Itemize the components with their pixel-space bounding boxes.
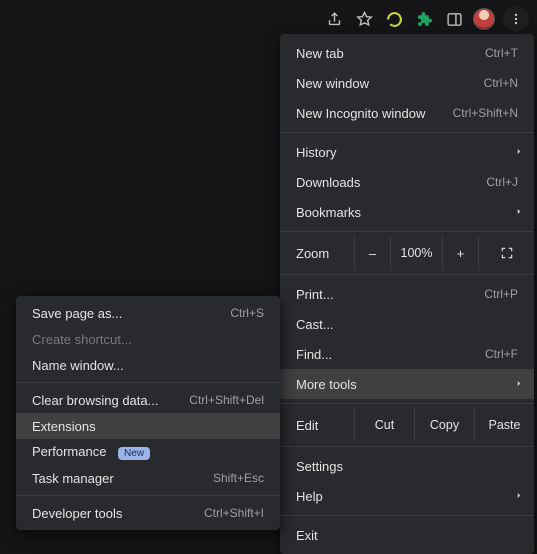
main-menu: New tab Ctrl+T New window Ctrl+N New Inc… (280, 34, 534, 554)
menu-shortcut: Ctrl+Shift+N (453, 106, 518, 120)
copy-button[interactable]: Copy (414, 408, 474, 442)
menu-label: New tab (296, 46, 477, 61)
menu-label: Task manager (32, 471, 205, 486)
more-tools-submenu: Save page as... Ctrl+S Create shortcut..… (16, 296, 280, 530)
menu-item-bookmarks[interactable]: Bookmarks (280, 197, 534, 227)
menu-label: Settings (296, 459, 518, 474)
menu-item-new-window[interactable]: New window Ctrl+N (280, 68, 534, 98)
menu-label: Clear browsing data... (32, 393, 181, 408)
submenu-item-clear-browsing[interactable]: Clear browsing data... Ctrl+Shift+Del (16, 387, 280, 413)
menu-item-find[interactable]: Find... Ctrl+F (280, 339, 534, 369)
submenu-item-developer-tools[interactable]: Developer tools Ctrl+Shift+I (16, 500, 280, 526)
submenu-item-performance[interactable]: Performance New (16, 439, 280, 465)
bookmark-star-icon[interactable] (353, 8, 375, 30)
menu-item-new-tab[interactable]: New tab Ctrl+T (280, 38, 534, 68)
menu-shortcut: Ctrl+N (484, 76, 518, 90)
kebab-menu-icon[interactable] (503, 6, 529, 32)
menu-label: History (296, 145, 518, 160)
menu-separator (280, 446, 534, 447)
menu-label: Create shortcut... (32, 332, 264, 347)
menu-separator (280, 515, 534, 516)
paste-button[interactable]: Paste (474, 408, 534, 442)
menu-item-cast[interactable]: Cast... (280, 309, 534, 339)
menu-separator (16, 495, 280, 496)
menu-item-downloads[interactable]: Downloads Ctrl+J (280, 167, 534, 197)
menu-label: Save page as... (32, 306, 222, 321)
menu-separator (280, 403, 534, 404)
zoom-percent: 100% (390, 236, 442, 270)
fullscreen-icon (500, 246, 514, 260)
menu-shortcut: Ctrl+T (485, 46, 518, 60)
zoom-label: Zoom (280, 236, 354, 270)
menu-item-help[interactable]: Help (280, 481, 534, 511)
menu-shortcut: Ctrl+J (486, 175, 518, 189)
performance-text: Performance (32, 444, 106, 459)
edit-row: Edit Cut Copy Paste (280, 408, 534, 442)
menu-item-new-incognito[interactable]: New Incognito window Ctrl+Shift+N (280, 98, 534, 128)
fullscreen-button[interactable] (478, 236, 534, 270)
chevron-right-icon (514, 145, 524, 160)
zoom-in-button[interactable]: + (442, 236, 478, 270)
reload-icon[interactable] (383, 8, 405, 30)
menu-shortcut: Ctrl+P (484, 287, 518, 301)
menu-label: Cast... (296, 317, 518, 332)
extensions-puzzle-icon[interactable] (413, 8, 435, 30)
menu-label: More tools (296, 377, 518, 392)
cut-button[interactable]: Cut (354, 408, 414, 442)
submenu-item-name-window[interactable]: Name window... (16, 352, 280, 378)
menu-label: Performance New (32, 444, 264, 460)
menu-shortcut: Ctrl+Shift+I (204, 506, 264, 520)
menu-shortcut: Ctrl+F (485, 347, 518, 361)
chevron-right-icon (514, 205, 524, 220)
menu-label: Downloads (296, 175, 478, 190)
menu-label: New window (296, 76, 476, 91)
menu-item-print[interactable]: Print... Ctrl+P (280, 279, 534, 309)
menu-label: Extensions (32, 419, 264, 434)
menu-item-more-tools[interactable]: More tools (280, 369, 534, 399)
menu-label: Exit (296, 528, 518, 543)
chevron-right-icon (514, 377, 524, 392)
submenu-item-extensions[interactable]: Extensions (16, 413, 280, 439)
submenu-item-create-shortcut: Create shortcut... (16, 326, 280, 352)
new-badge: New (118, 447, 150, 460)
menu-shortcut: Ctrl+Shift+Del (189, 393, 264, 407)
browser-toolbar (319, 2, 533, 36)
menu-label: New Incognito window (296, 106, 445, 121)
menu-label: Bookmarks (296, 205, 518, 220)
menu-label: Help (296, 489, 518, 504)
menu-label: Developer tools (32, 506, 196, 521)
menu-shortcut: Shift+Esc (213, 471, 264, 485)
menu-separator (280, 274, 534, 275)
submenu-item-save-page[interactable]: Save page as... Ctrl+S (16, 300, 280, 326)
menu-separator (280, 231, 534, 232)
menu-label: Find... (296, 347, 477, 362)
edit-label: Edit (280, 408, 354, 442)
share-icon[interactable] (323, 8, 345, 30)
menu-item-settings[interactable]: Settings (280, 451, 534, 481)
submenu-item-task-manager[interactable]: Task manager Shift+Esc (16, 465, 280, 491)
menu-label: Name window... (32, 358, 264, 373)
menu-item-exit[interactable]: Exit (280, 520, 534, 550)
zoom-row: Zoom – 100% + (280, 236, 534, 270)
sidepanel-icon[interactable] (443, 8, 465, 30)
menu-separator (16, 382, 280, 383)
chevron-right-icon (514, 489, 524, 504)
zoom-out-button[interactable]: – (354, 236, 390, 270)
menu-separator (280, 132, 534, 133)
menu-item-history[interactable]: History (280, 137, 534, 167)
profile-avatar[interactable] (473, 8, 495, 30)
menu-label: Print... (296, 287, 476, 302)
menu-shortcut: Ctrl+S (230, 306, 264, 320)
